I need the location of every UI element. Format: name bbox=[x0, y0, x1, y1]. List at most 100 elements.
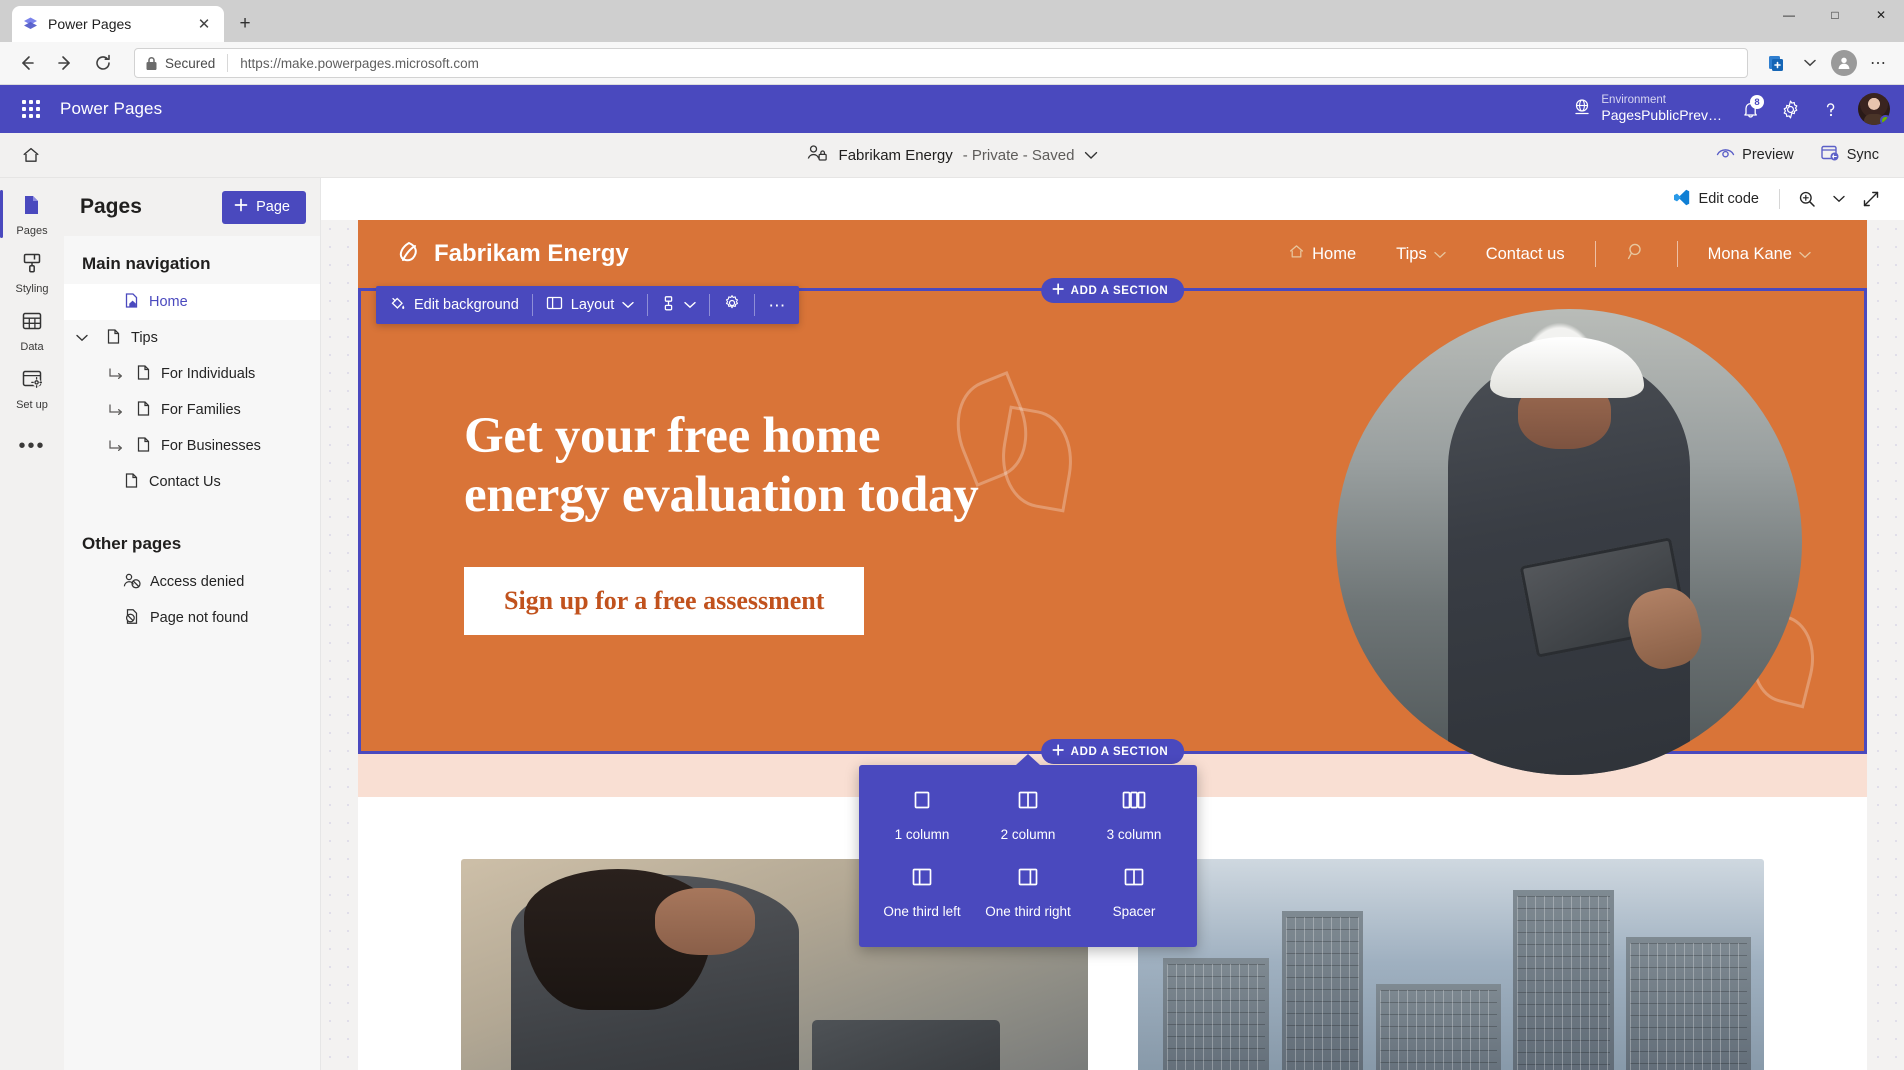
section-settings-button[interactable] bbox=[710, 286, 754, 324]
security-label: Secured bbox=[165, 55, 216, 71]
zoom-in-icon[interactable] bbox=[1792, 184, 1822, 214]
page-item-page-not-found[interactable]: Page not found bbox=[64, 600, 320, 636]
page-icon bbox=[123, 472, 140, 493]
back-icon[interactable] bbox=[10, 46, 44, 80]
site-nav-home[interactable]: Home bbox=[1268, 243, 1376, 265]
page-item-for-families[interactable]: For Families bbox=[64, 392, 320, 428]
left-rail: Pages Styling Data Set up ••• bbox=[0, 178, 64, 1070]
app-launcher-icon[interactable] bbox=[14, 92, 48, 126]
page-item-tips[interactable]: Tips bbox=[64, 320, 320, 356]
site-title-chip[interactable]: Fabrikam Energy - Private - Saved bbox=[799, 139, 1106, 171]
chevron-down-icon[interactable] bbox=[74, 334, 90, 342]
address-bar[interactable]: Secured https://make.powerpages.microsof… bbox=[134, 48, 1748, 78]
sidebar-item-pages[interactable]: Pages bbox=[0, 186, 62, 242]
canvas-toolbar: Edit code bbox=[321, 178, 1904, 220]
layout-option-one-third-right[interactable]: One third right bbox=[975, 862, 1081, 925]
site-logo[interactable]: Fabrikam Energy bbox=[394, 239, 629, 269]
url-text[interactable]: https://make.powerpages.microsoft.com bbox=[240, 56, 479, 71]
layout-option-3-column[interactable]: 3 column bbox=[1081, 785, 1187, 848]
help-button[interactable] bbox=[1810, 89, 1850, 129]
site-search-button[interactable] bbox=[1606, 241, 1667, 267]
site-nav-tips[interactable]: Tips bbox=[1376, 245, 1466, 264]
app-title[interactable]: Power Pages bbox=[60, 99, 162, 119]
sidebar-item-setup[interactable]: Set up bbox=[2, 360, 62, 416]
layout-option-1-column[interactable]: 1 column bbox=[869, 785, 975, 848]
presence-indicator bbox=[1880, 115, 1890, 125]
home-icon[interactable] bbox=[14, 138, 48, 172]
layout-option-one-third-left[interactable]: One third left bbox=[869, 862, 975, 925]
environment-value: PagesPublicPrev… bbox=[1601, 107, 1722, 124]
page-title: Pages bbox=[80, 195, 142, 218]
environment-picker[interactable]: Environment PagesPublicPrev… bbox=[1564, 89, 1730, 128]
layout-icon bbox=[546, 295, 563, 315]
chevron-down-icon[interactable] bbox=[1084, 147, 1098, 164]
sidebar-label-data: Data bbox=[20, 341, 44, 353]
sync-button[interactable]: Sync bbox=[1809, 138, 1890, 172]
browser-toolbar: Secured https://make.powerpages.microsof… bbox=[0, 42, 1904, 85]
user-avatar[interactable] bbox=[1858, 93, 1890, 125]
browser-tab[interactable]: Power Pages ✕ bbox=[12, 6, 224, 42]
collections-icon[interactable] bbox=[1760, 47, 1792, 79]
site-user-label: Mona Kane bbox=[1707, 244, 1792, 263]
add-section-label: ADD A SECTION bbox=[1070, 284, 1169, 297]
layout-option-2-column[interactable]: 2 column bbox=[975, 785, 1081, 848]
sidebar-item-data[interactable]: Data bbox=[2, 302, 62, 358]
edit-code-button[interactable]: Edit code bbox=[1664, 183, 1767, 216]
add-section-button-top[interactable]: ADD A SECTION bbox=[1040, 278, 1185, 303]
browser-more-icon[interactable]: ⋯ bbox=[1862, 47, 1894, 79]
section-more-button[interactable]: ⋯ bbox=[755, 286, 799, 324]
power-pages-icon bbox=[22, 16, 39, 33]
layout-option-spacer[interactable]: Spacer bbox=[1081, 862, 1187, 925]
add-page-button[interactable]: Page bbox=[222, 190, 306, 224]
hero-text-block[interactable]: Get your free home energy evaluation tod… bbox=[361, 407, 1001, 636]
page-label: For Families bbox=[161, 402, 241, 418]
page-icon bbox=[135, 364, 152, 385]
content-image-right[interactable] bbox=[1137, 859, 1764, 1070]
maximize-icon[interactable]: □ bbox=[1812, 0, 1858, 30]
window-close-icon[interactable]: ✕ bbox=[1858, 0, 1904, 30]
minimize-icon[interactable]: — bbox=[1766, 0, 1812, 30]
preview-button[interactable]: Preview bbox=[1705, 139, 1805, 171]
add-section-button-bottom[interactable]: ADD A SECTION bbox=[1040, 739, 1185, 764]
page-item-access-denied[interactable]: Access denied bbox=[64, 564, 320, 600]
power-pages-app: Power Pages Environment PagesPublicPrev…… bbox=[0, 85, 1904, 1070]
lock-icon bbox=[146, 56, 157, 70]
expand-icon[interactable] bbox=[1856, 184, 1886, 214]
notifications-button[interactable]: 8 bbox=[1730, 89, 1770, 129]
new-tab-button[interactable]: + bbox=[230, 9, 260, 39]
layout-button[interactable]: Layout bbox=[533, 286, 648, 324]
zoom-chevron-down-icon[interactable] bbox=[1824, 184, 1854, 214]
divider bbox=[1779, 189, 1780, 209]
preview-label: Preview bbox=[1742, 147, 1794, 163]
sidebar-more-button[interactable]: ••• bbox=[18, 436, 45, 456]
reload-icon[interactable] bbox=[86, 46, 120, 80]
hero-image[interactable] bbox=[1336, 309, 1802, 775]
chevron-down-icon[interactable] bbox=[1794, 47, 1826, 79]
leaf-decoration-icon bbox=[993, 405, 1081, 513]
site-user-menu[interactable]: Mona Kane bbox=[1688, 245, 1831, 264]
edit-code-label: Edit code bbox=[1698, 191, 1759, 207]
hero-section[interactable]: Edit background Layout ⋯ ADD A SECTION G… bbox=[358, 278, 1867, 775]
nav-group-other: Other pages bbox=[82, 534, 182, 553]
browser-profile-avatar[interactable] bbox=[1828, 47, 1860, 79]
page-label: For Businesses bbox=[161, 438, 261, 454]
image-building bbox=[1375, 983, 1501, 1070]
page-icon bbox=[135, 436, 152, 457]
sync-icon bbox=[1820, 144, 1840, 166]
child-arrow-icon bbox=[108, 403, 126, 417]
forward-icon[interactable] bbox=[48, 46, 82, 80]
divider bbox=[227, 54, 229, 72]
align-button[interactable] bbox=[648, 286, 709, 324]
hero-cta-button[interactable]: Sign up for a free assessment bbox=[464, 567, 865, 636]
page-item-home[interactable]: Home bbox=[64, 284, 320, 320]
site-nav-contact-us[interactable]: Contact us bbox=[1466, 245, 1585, 264]
canvas-area: Edit code Fabrikam Energy Home Tips Cont… bbox=[321, 178, 1904, 1070]
brush-icon bbox=[20, 251, 44, 280]
close-icon[interactable]: ✕ bbox=[194, 15, 214, 33]
edit-background-button[interactable]: Edit background bbox=[376, 286, 532, 324]
page-item-for-individuals[interactable]: For Individuals bbox=[64, 356, 320, 392]
page-item-contact-us[interactable]: Contact Us bbox=[64, 464, 320, 500]
page-item-for-businesses[interactable]: For Businesses bbox=[64, 428, 320, 464]
settings-button[interactable] bbox=[1770, 89, 1810, 129]
sidebar-item-styling[interactable]: Styling bbox=[2, 244, 62, 300]
